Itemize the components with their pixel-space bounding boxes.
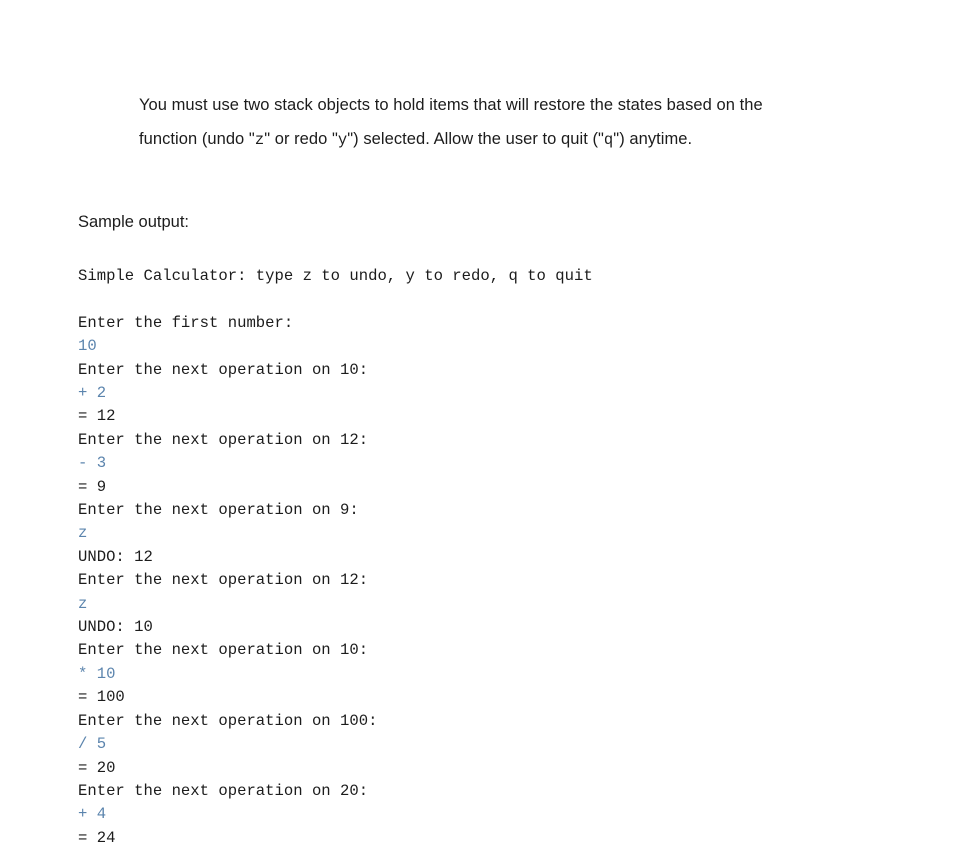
console-header: Simple Calculator: type z to undo, y to … xyxy=(78,267,593,285)
keyword-redo-y: y xyxy=(337,131,348,149)
console-output-line: UNDO: 10 xyxy=(78,618,153,637)
console-output-line: UNDO: 12 xyxy=(78,547,153,566)
console-line-list: Enter the first number: 10 Enter the next … xyxy=(78,312,918,850)
keyword-undo-z: z xyxy=(254,131,265,149)
instruction-line-2-text-c: ") selected. Allow the user to quit (" xyxy=(347,130,604,148)
console-input-line: + 4 xyxy=(78,805,107,824)
instruction-line-1-text: You must use two stack objects to hold i… xyxy=(139,96,763,114)
instruction-line-2-text-a: function (undo " xyxy=(139,130,255,148)
instruction-line-2-text-d: ") anytime. xyxy=(613,130,693,148)
console-output-line: Enter the next operation on 10: xyxy=(78,641,369,660)
instruction-paragraph: You must use two stack objects to hold i… xyxy=(139,88,839,157)
console-output-line: Enter the next operation on 9: xyxy=(78,501,359,520)
console-transcript: Simple Calculator: type z to undo, y to … xyxy=(78,265,918,850)
console-output-line: Enter the next operation on 12: xyxy=(78,571,369,590)
instruction-line-2-text-b: " or redo " xyxy=(264,130,338,148)
console-output-line: = 24 xyxy=(78,828,116,847)
console-input-line: - 3 xyxy=(78,454,107,473)
instruction-line-2: function (undo "z" or redo "y") selected… xyxy=(139,122,839,157)
console-output-line: Enter the next operation on 20: xyxy=(78,781,369,800)
keyword-quit-q: q xyxy=(603,131,614,149)
instruction-line-1: You must use two stack objects to hold i… xyxy=(139,88,839,122)
console-output-line: = 20 xyxy=(78,758,116,777)
console-output-line: Enter the next operation on 12: xyxy=(78,430,369,449)
console-output-line: Enter the next operation on 100: xyxy=(78,711,378,730)
console-output-line: = 9 xyxy=(78,477,107,496)
console-output-line: = 12 xyxy=(78,407,116,426)
console-input-line: + 2 xyxy=(78,384,107,403)
console-input-line: / 5 xyxy=(78,735,107,754)
console-input-line: z xyxy=(78,524,88,543)
console-input-line: * 10 xyxy=(78,664,116,683)
console-input-line: 10 xyxy=(78,337,97,356)
console-output-line: Enter the first number: xyxy=(78,313,294,332)
sample-output-label: Sample output: xyxy=(78,213,189,231)
console-input-line: z xyxy=(78,594,88,613)
document-page: You must use two stack objects to hold i… xyxy=(0,0,963,857)
console-output-line: Enter the next operation on 10: xyxy=(78,360,369,379)
console-output-line: = 100 xyxy=(78,688,125,707)
